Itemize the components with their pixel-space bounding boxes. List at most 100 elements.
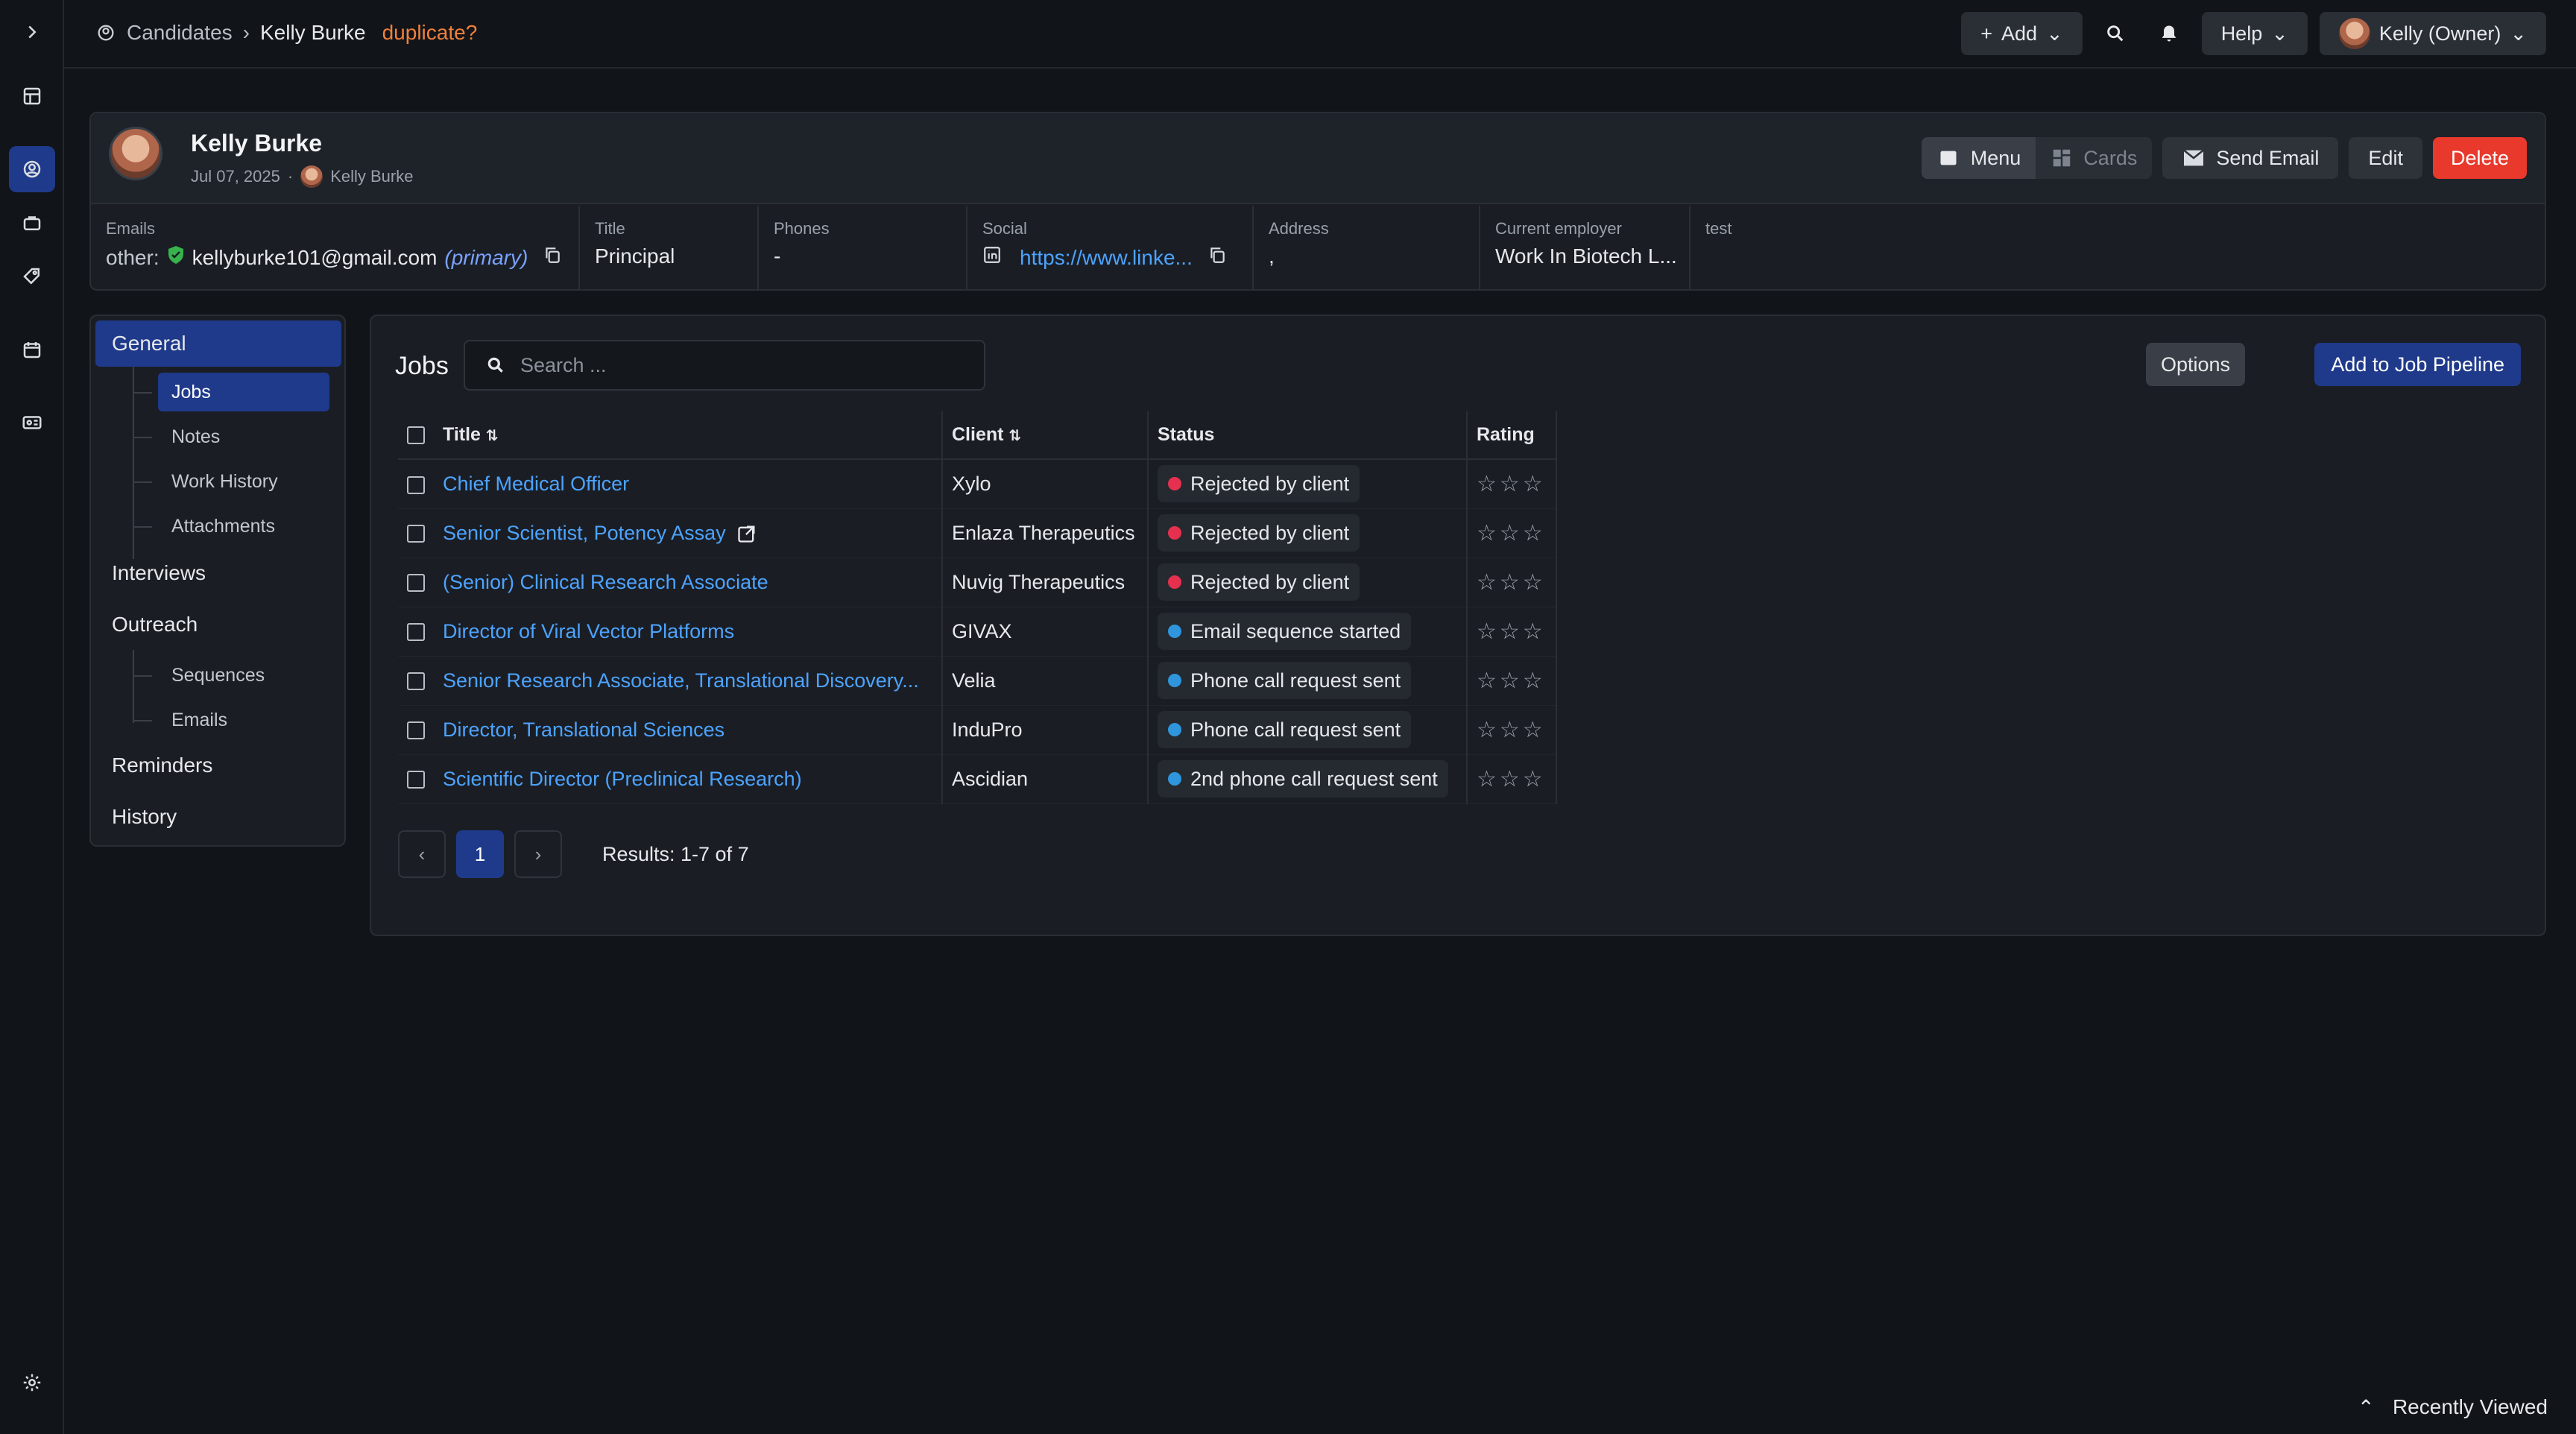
status-label: Email sequence started: [1190, 619, 1401, 642]
jobs-briefcase-icon[interactable]: [9, 200, 55, 246]
row-checkbox[interactable]: [407, 476, 425, 494]
options-button[interactable]: Options: [2145, 343, 2245, 386]
job-title-link[interactable]: (Senior) Clinical Research Associate: [443, 571, 768, 593]
nav-emails[interactable]: Emails: [158, 701, 329, 739]
add-button-label: Add: [2001, 22, 2038, 45]
expand-rail-icon[interactable]: [9, 9, 55, 55]
job-title-link[interactable]: Scientific Director (Preclinical Researc…: [443, 768, 802, 790]
nav-interviews[interactable]: Interviews: [95, 550, 341, 596]
duplicate-flag[interactable]: duplicate?: [382, 21, 478, 45]
status-dot: [1168, 625, 1181, 638]
add-button[interactable]: + Add ⌄: [1961, 12, 2083, 55]
rating-stars[interactable]: ☆☆☆: [1477, 521, 1546, 546]
rating-stars[interactable]: ☆☆☆: [1477, 718, 1546, 742]
status-dot: [1168, 674, 1181, 687]
nav-sequences[interactable]: Sequences: [158, 656, 329, 695]
row-select-cell: [398, 656, 434, 706]
rating-cell: ☆☆☆: [1467, 754, 1557, 804]
row-select-cell: [398, 459, 434, 509]
nav-jobs[interactable]: Jobs: [158, 373, 329, 411]
rating-stars[interactable]: ☆☆☆: [1477, 619, 1546, 644]
next-page-button[interactable]: ›: [514, 830, 562, 878]
notifications-bell-icon[interactable]: [2148, 12, 2190, 55]
client-cell: Velia: [942, 656, 1149, 706]
breadcrumb-candidates-link[interactable]: Candidates: [127, 21, 233, 45]
jobs-search-input[interactable]: [520, 353, 938, 377]
rating-stars[interactable]: ☆☆☆: [1477, 767, 1546, 792]
candidate-header: Kelly Burke Jul 07, 2025 · Kelly Burke M…: [89, 112, 2546, 291]
social-field: Social https://www.linke...: [967, 206, 1254, 291]
help-button[interactable]: Help ⌄: [2201, 12, 2308, 55]
rating-stars[interactable]: ☆☆☆: [1477, 570, 1546, 595]
candidates-crumb-icon: [98, 25, 114, 41]
client-cell: GIVAX: [942, 607, 1149, 657]
chevron-down-icon: ⌄: [2046, 22, 2063, 45]
status-badge[interactable]: Email sequence started: [1158, 613, 1412, 650]
chevron-down-icon: ⌄: [2271, 22, 2288, 45]
delete-button[interactable]: Delete: [2432, 137, 2527, 179]
left-rail: [0, 0, 64, 1434]
linkedin-link[interactable]: https://www.linke...: [1020, 246, 1193, 270]
candidates-icon[interactable]: [9, 146, 55, 192]
client-column-header[interactable]: Client ⇅: [942, 411, 1149, 460]
rating-stars[interactable]: ☆☆☆: [1477, 669, 1546, 693]
send-email-button[interactable]: Send Email: [2162, 137, 2339, 179]
job-title-cell: Director, Translational Sciences: [434, 705, 943, 755]
rating-stars[interactable]: ☆☆☆: [1477, 472, 1546, 496]
row-checkbox[interactable]: [407, 721, 425, 740]
tags-icon[interactable]: [9, 253, 55, 300]
status-badge[interactable]: Rejected by client: [1158, 465, 1360, 503]
settings-gear-icon[interactable]: [9, 1359, 55, 1406]
nav-history[interactable]: History: [95, 794, 341, 840]
nav-outreach[interactable]: Outreach: [95, 601, 341, 648]
rating-cell: ☆☆☆: [1467, 558, 1557, 607]
nav-work-history[interactable]: Work History: [158, 462, 329, 501]
edit-button[interactable]: Edit: [2349, 137, 2422, 179]
row-checkbox[interactable]: [407, 672, 425, 691]
row-checkbox[interactable]: [407, 771, 425, 789]
title-column-header[interactable]: Title ⇅: [434, 411, 943, 460]
sort-icon: ⇅: [1008, 428, 1022, 444]
email-value[interactable]: kellyburke101@gmail.com: [192, 246, 438, 270]
status-cell: Phone call request sent: [1148, 705, 1468, 755]
nav-notes[interactable]: Notes: [158, 417, 329, 456]
add-to-job-pipeline-button[interactable]: Add to Job Pipeline: [2314, 343, 2521, 386]
created-date: Jul 07, 2025: [191, 167, 280, 186]
status-badge[interactable]: Phone call request sent: [1158, 711, 1412, 748]
copy-social-icon[interactable]: [1208, 244, 1227, 271]
job-title-link[interactable]: Director of Viral Vector Platforms: [443, 620, 734, 642]
status-header-label: Status: [1158, 424, 1215, 445]
copy-email-icon[interactable]: [543, 244, 562, 271]
menu-view-button[interactable]: Menu: [1921, 137, 2036, 179]
row-checkbox[interactable]: [407, 623, 425, 642]
contacts-card-icon[interactable]: [9, 399, 55, 446]
select-all-checkbox[interactable]: [407, 426, 425, 445]
calendar-icon[interactable]: [9, 326, 55, 373]
job-title-link[interactable]: Chief Medical Officer: [443, 473, 629, 495]
search-icon[interactable]: [2094, 12, 2136, 55]
status-badge[interactable]: Rejected by client: [1158, 563, 1360, 601]
nav-general[interactable]: General: [95, 320, 341, 367]
user-menu-button[interactable]: Kelly (Owner) ⌄: [2319, 12, 2546, 55]
nav-reminders[interactable]: Reminders: [95, 742, 341, 789]
row-select-cell: [398, 607, 434, 657]
row-checkbox[interactable]: [407, 525, 425, 543]
nav-attachments[interactable]: Attachments: [158, 507, 329, 546]
select-all-cell: [398, 411, 434, 460]
dashboard-icon[interactable]: [9, 73, 55, 119]
table-row: (Senior) Clinical Research Associate Nuvi…: [398, 558, 1557, 607]
prev-page-button[interactable]: ‹: [398, 830, 446, 878]
status-badge[interactable]: 2nd phone call request sent: [1158, 760, 1448, 797]
job-title-link[interactable]: Director, Translational Sciences: [443, 718, 724, 741]
status-badge[interactable]: Rejected by client: [1158, 514, 1360, 552]
row-checkbox[interactable]: [407, 574, 425, 593]
cards-view-button[interactable]: Cards: [2036, 137, 2152, 179]
job-title-link[interactable]: Senior Research Associate, Translational…: [443, 669, 919, 692]
open-external-icon[interactable]: [736, 523, 757, 544]
title-header-label: Title: [443, 424, 481, 445]
job-title-link[interactable]: Senior Scientist, Potency Assay: [443, 522, 726, 544]
status-badge[interactable]: Phone call request sent: [1158, 662, 1412, 699]
plus-icon: +: [1980, 22, 1993, 45]
recently-viewed-toggle[interactable]: ⌃ Recently Viewed: [2343, 1388, 2561, 1427]
page-1-button[interactable]: 1: [456, 830, 504, 878]
